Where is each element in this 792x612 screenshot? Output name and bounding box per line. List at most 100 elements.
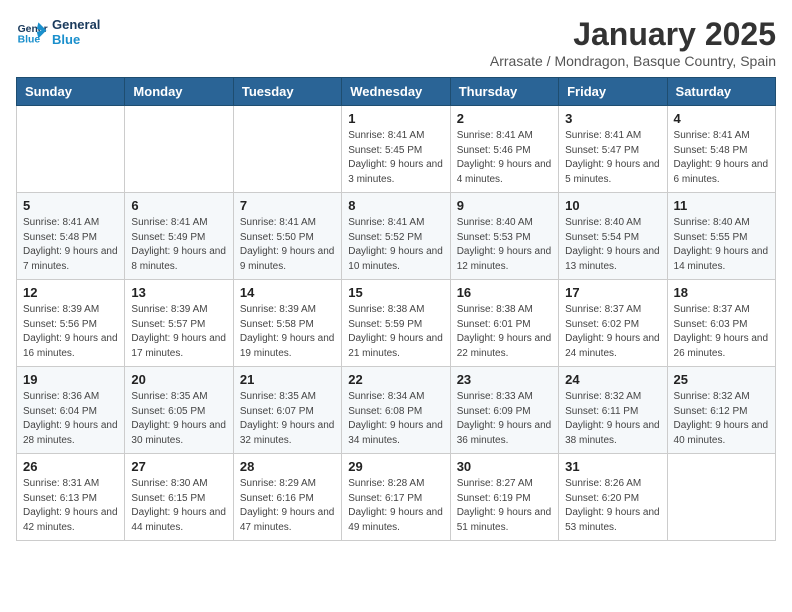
day-detail: Sunrise: 8:37 AMSunset: 6:03 PMDaylight:… xyxy=(674,303,769,361)
day-detail: Sunrise: 8:32 AMSunset: 6:12 PMDaylight:… xyxy=(674,390,769,448)
day-detail: Sunrise: 8:37 AMSunset: 6:02 PMDaylight:… xyxy=(565,303,660,361)
day-detail: Sunrise: 8:29 AMSunset: 6:16 PMDaylight:… xyxy=(240,477,335,535)
location-subtitle: Arrasate / Mondragon, Basque Country, Sp… xyxy=(490,53,776,69)
day-number: 14 xyxy=(240,285,335,300)
day-number: 4 xyxy=(674,111,769,126)
table-row: 21 Sunrise: 8:35 AMSunset: 6:07 PMDayligh… xyxy=(233,367,341,454)
day-detail: Sunrise: 8:31 AMSunset: 6:13 PMDaylight:… xyxy=(23,477,118,535)
day-number: 5 xyxy=(23,198,118,213)
col-sunday: Sunday xyxy=(17,78,125,106)
day-detail: Sunrise: 8:28 AMSunset: 6:17 PMDaylight:… xyxy=(348,477,443,535)
calendar-header-row: Sunday Monday Tuesday Wednesday Thursday… xyxy=(17,78,776,106)
day-number: 16 xyxy=(457,285,552,300)
table-row: 13 Sunrise: 8:39 AMSunset: 5:57 PMDayligh… xyxy=(125,280,233,367)
table-row: 12 Sunrise: 8:39 AMSunset: 5:56 PMDayligh… xyxy=(17,280,125,367)
calendar-week-row: 19 Sunrise: 8:36 AMSunset: 6:04 PMDayligh… xyxy=(17,367,776,454)
day-detail: Sunrise: 8:36 AMSunset: 6:04 PMDaylight:… xyxy=(23,390,118,448)
col-saturday: Saturday xyxy=(667,78,775,106)
table-row: 28 Sunrise: 8:29 AMSunset: 6:16 PMDayligh… xyxy=(233,454,341,541)
day-detail: Sunrise: 8:38 AMSunset: 5:59 PMDaylight:… xyxy=(348,303,443,361)
table-row: 17Sunrise: 8:37 AMSunset: 6:02 PMDayligh… xyxy=(559,280,667,367)
calendar-week-row: 12 Sunrise: 8:39 AMSunset: 5:56 PMDayligh… xyxy=(17,280,776,367)
table-row: 19 Sunrise: 8:36 AMSunset: 6:04 PMDayligh… xyxy=(17,367,125,454)
logo-blue: Blue xyxy=(52,32,100,47)
table-row: 25Sunrise: 8:32 AMSunset: 6:12 PMDayligh… xyxy=(667,367,775,454)
day-detail: Sunrise: 8:40 AMSunset: 5:53 PMDaylight:… xyxy=(457,216,552,274)
day-detail: Sunrise: 8:41 AMSunset: 5:45 PMDaylight:… xyxy=(348,129,443,187)
day-detail: Sunrise: 8:26 AMSunset: 6:20 PMDaylight:… xyxy=(565,477,660,535)
day-number: 9 xyxy=(457,198,552,213)
day-number: 15 xyxy=(348,285,443,300)
calendar-week-row: 26 Sunrise: 8:31 AMSunset: 6:13 PMDayligh… xyxy=(17,454,776,541)
table-row: 5 Sunrise: 8:41 AMSunset: 5:48 PMDaylight… xyxy=(17,193,125,280)
table-row: 22Sunrise: 8:34 AMSunset: 6:08 PMDayligh… xyxy=(342,367,450,454)
day-detail: Sunrise: 8:41 AMSunset: 5:48 PMDaylight:… xyxy=(674,129,769,187)
title-section: January 2025 Arrasate / Mondragon, Basqu… xyxy=(490,16,776,69)
table-row xyxy=(125,106,233,193)
col-friday: Friday xyxy=(559,78,667,106)
day-number: 24 xyxy=(565,372,660,387)
col-monday: Monday xyxy=(125,78,233,106)
day-number: 12 xyxy=(23,285,118,300)
day-number: 21 xyxy=(240,372,335,387)
day-detail: Sunrise: 8:40 AMSunset: 5:55 PMDaylight:… xyxy=(674,216,769,274)
month-year-title: January 2025 xyxy=(490,16,776,53)
calendar-week-row: 1Sunrise: 8:41 AMSunset: 5:45 PMDaylight… xyxy=(17,106,776,193)
day-number: 7 xyxy=(240,198,335,213)
table-row: 23 Sunrise: 8:33 AMSunset: 6:09 PMDayligh… xyxy=(450,367,558,454)
table-row: 16 Sunrise: 8:38 AMSunset: 6:01 PMDayligh… xyxy=(450,280,558,367)
table-row: 31 Sunrise: 8:26 AMSunset: 6:20 PMDayligh… xyxy=(559,454,667,541)
table-row: 15 Sunrise: 8:38 AMSunset: 5:59 PMDayligh… xyxy=(342,280,450,367)
table-row: 7Sunrise: 8:41 AMSunset: 5:50 PMDaylight… xyxy=(233,193,341,280)
logo-icon: General Blue xyxy=(16,16,48,48)
calendar-week-row: 5 Sunrise: 8:41 AMSunset: 5:48 PMDaylight… xyxy=(17,193,776,280)
day-detail: Sunrise: 8:41 AMSunset: 5:47 PMDaylight:… xyxy=(565,129,660,187)
day-detail: Sunrise: 8:32 AMSunset: 6:11 PMDaylight:… xyxy=(565,390,660,448)
day-detail: Sunrise: 8:39 AMSunset: 5:56 PMDaylight:… xyxy=(23,303,118,361)
day-number: 31 xyxy=(565,459,660,474)
day-detail: Sunrise: 8:27 AMSunset: 6:19 PMDaylight:… xyxy=(457,477,552,535)
day-number: 13 xyxy=(131,285,226,300)
day-detail: Sunrise: 8:41 AMSunset: 5:48 PMDaylight:… xyxy=(23,216,118,274)
col-thursday: Thursday xyxy=(450,78,558,106)
table-row: 9 Sunrise: 8:40 AMSunset: 5:53 PMDaylight… xyxy=(450,193,558,280)
col-tuesday: Tuesday xyxy=(233,78,341,106)
day-detail: Sunrise: 8:39 AMSunset: 5:57 PMDaylight:… xyxy=(131,303,226,361)
day-number: 6 xyxy=(131,198,226,213)
day-number: 10 xyxy=(565,198,660,213)
table-row: 2 Sunrise: 8:41 AMSunset: 5:46 PMDaylight… xyxy=(450,106,558,193)
table-row: 27Sunrise: 8:30 AMSunset: 6:15 PMDayligh… xyxy=(125,454,233,541)
day-detail: Sunrise: 8:41 AMSunset: 5:49 PMDaylight:… xyxy=(131,216,226,274)
day-number: 26 xyxy=(23,459,118,474)
table-row: 30Sunrise: 8:27 AMSunset: 6:19 PMDayligh… xyxy=(450,454,558,541)
table-row: 11Sunrise: 8:40 AMSunset: 5:55 PMDayligh… xyxy=(667,193,775,280)
calendar-table: Sunday Monday Tuesday Wednesday Thursday… xyxy=(16,77,776,541)
col-wednesday: Wednesday xyxy=(342,78,450,106)
day-number: 2 xyxy=(457,111,552,126)
day-detail: Sunrise: 8:39 AMSunset: 5:58 PMDaylight:… xyxy=(240,303,335,361)
day-number: 8 xyxy=(348,198,443,213)
day-detail: Sunrise: 8:40 AMSunset: 5:54 PMDaylight:… xyxy=(565,216,660,274)
day-detail: Sunrise: 8:35 AMSunset: 6:07 PMDaylight:… xyxy=(240,390,335,448)
table-row: 8 Sunrise: 8:41 AMSunset: 5:52 PMDaylight… xyxy=(342,193,450,280)
table-row: 18Sunrise: 8:37 AMSunset: 6:03 PMDayligh… xyxy=(667,280,775,367)
logo: General Blue General Blue xyxy=(16,16,100,48)
table-row: 24 Sunrise: 8:32 AMSunset: 6:11 PMDayligh… xyxy=(559,367,667,454)
day-detail: Sunrise: 8:41 AMSunset: 5:46 PMDaylight:… xyxy=(457,129,552,187)
table-row: 3 Sunrise: 8:41 AMSunset: 5:47 PMDaylight… xyxy=(559,106,667,193)
table-row xyxy=(233,106,341,193)
day-number: 19 xyxy=(23,372,118,387)
day-number: 28 xyxy=(240,459,335,474)
table-row: 14 Sunrise: 8:39 AMSunset: 5:58 PMDayligh… xyxy=(233,280,341,367)
table-row: 10 Sunrise: 8:40 AMSunset: 5:54 PMDayligh… xyxy=(559,193,667,280)
day-detail: Sunrise: 8:33 AMSunset: 6:09 PMDaylight:… xyxy=(457,390,552,448)
day-number: 27 xyxy=(131,459,226,474)
day-number: 22 xyxy=(348,372,443,387)
day-detail: Sunrise: 8:35 AMSunset: 6:05 PMDaylight:… xyxy=(131,390,226,448)
day-detail: Sunrise: 8:38 AMSunset: 6:01 PMDaylight:… xyxy=(457,303,552,361)
table-row: 20Sunrise: 8:35 AMSunset: 6:05 PMDayligh… xyxy=(125,367,233,454)
day-number: 23 xyxy=(457,372,552,387)
day-number: 3 xyxy=(565,111,660,126)
day-number: 29 xyxy=(348,459,443,474)
day-detail: Sunrise: 8:41 AMSunset: 5:52 PMDaylight:… xyxy=(348,216,443,274)
